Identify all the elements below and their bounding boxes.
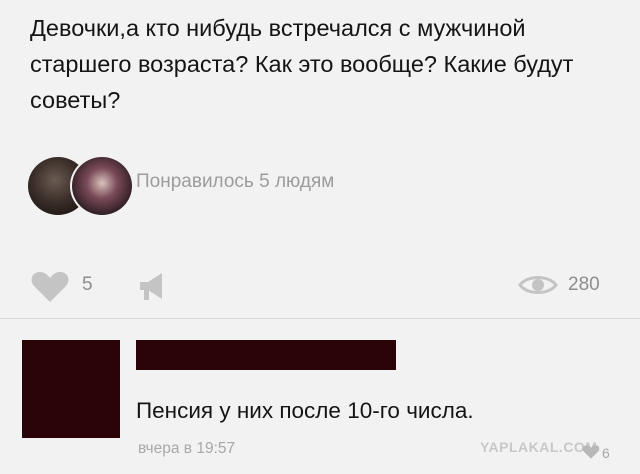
divider [0,318,640,319]
comment-timestamp: вчера в 19:57 [138,440,236,457]
liker-avatar[interactable] [70,155,134,217]
redacted-comment-avatar [22,340,120,438]
post-text: Девочки,а кто нибудь встречался с мужчин… [30,15,574,113]
heart-icon[interactable] [30,270,70,309]
comment-text: Пенсия у них после 10-го числа. [136,398,474,423]
view-count: 280 [568,274,600,295]
comment-like-count: 6 [602,445,610,461]
redacted-commenter-name [136,340,396,370]
watermark-logo: YAPLAKAL.COM [480,439,598,455]
likers-row[interactable]: Понравилось 5 людям [26,155,626,217]
likes-label[interactable]: Понравилось 5 людям [136,171,334,193]
like-count: 5 [82,274,93,295]
megaphone-share-icon[interactable] [136,270,168,309]
post-stats-bar: 5 280 [0,258,640,308]
comment-heart-icon[interactable] [582,444,600,465]
eye-icon [518,272,558,303]
